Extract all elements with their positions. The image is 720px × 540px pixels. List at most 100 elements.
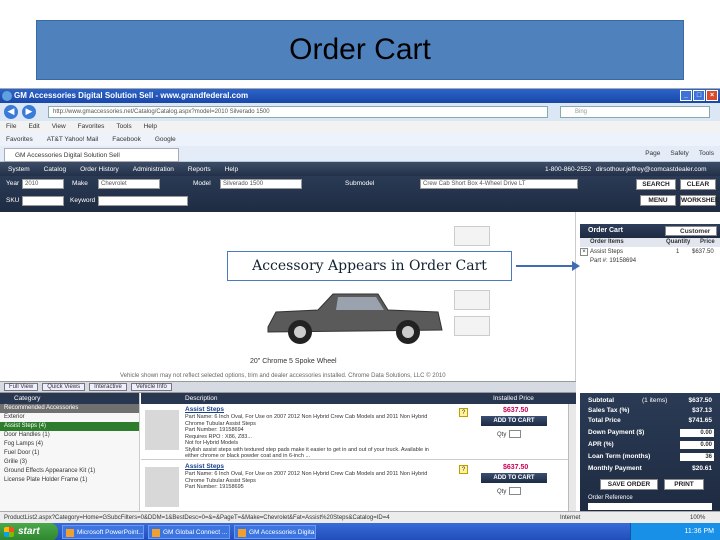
menu-tools[interactable]: Tools bbox=[116, 123, 131, 130]
product-row: Assist Steps Part Name: 6 Inch Oval, For… bbox=[141, 461, 576, 517]
thumbnail[interactable] bbox=[454, 290, 490, 310]
minimize-icon[interactable]: _ bbox=[680, 90, 692, 101]
add-to-cart-button[interactable]: ADD TO CART bbox=[481, 416, 547, 426]
favorites-button[interactable]: Favorites bbox=[6, 136, 33, 143]
tab-vehicle-info[interactable]: Vehicle Info bbox=[130, 383, 172, 391]
category-item[interactable]: Exterior bbox=[0, 413, 139, 422]
nav-system[interactable]: System bbox=[8, 166, 30, 173]
order-cart: Order Cart Customer Order Items Quantity… bbox=[580, 224, 720, 404]
zoom-level[interactable]: 100% bbox=[690, 515, 705, 521]
model-label: Model bbox=[193, 180, 211, 187]
product-title[interactable]: Assist Steps bbox=[185, 463, 224, 470]
phone-number: 1-800-860-2552 bbox=[545, 165, 592, 173]
submodel-select[interactable]: Crew Cab Short Box 4-Wheel Drive LT bbox=[420, 179, 578, 189]
favorite-link-facebook[interactable]: Facebook bbox=[112, 136, 141, 143]
menu-button[interactable]: MENU bbox=[640, 195, 676, 206]
url-input[interactable]: http://www.gmaccessories.net/Catalog/Cat… bbox=[48, 106, 548, 118]
status-text: ProductList2.aspx?Category=Home=GSubcFil… bbox=[4, 514, 390, 521]
summary-row: Sales Tax (%) $37.13 bbox=[588, 407, 718, 416]
menu-view[interactable]: View bbox=[52, 123, 66, 130]
maximize-icon[interactable]: □ bbox=[693, 90, 705, 101]
product-image[interactable] bbox=[145, 410, 179, 450]
qty-input[interactable] bbox=[509, 430, 521, 438]
customer-button[interactable]: Customer bbox=[665, 226, 717, 236]
nav-order-history[interactable]: Order History bbox=[80, 166, 119, 173]
forward-icon[interactable]: ▶ bbox=[22, 105, 36, 119]
model-select[interactable]: Silverado 1500 bbox=[220, 179, 302, 189]
summary-row: Loan Term (months) 36 bbox=[588, 453, 718, 462]
add-to-cart-button[interactable]: ADD TO CART bbox=[481, 473, 547, 483]
cart-columns: Order Items Quantity Price bbox=[580, 238, 720, 247]
tab-quick-views[interactable]: Quick Views bbox=[42, 383, 86, 391]
page-menu[interactable]: Page bbox=[645, 150, 660, 157]
category-item[interactable]: Door Handles (1) bbox=[0, 431, 139, 440]
taskbar-item-powerpoint[interactable]: Microsoft PowerPoint... bbox=[62, 525, 144, 539]
keyword-input[interactable] bbox=[98, 196, 188, 206]
hero-caption: 20" Chrome 5 Spoke Wheel bbox=[250, 358, 337, 365]
category-item[interactable]: Ground Effects Appearance Kit (1) bbox=[0, 467, 139, 476]
order-reference-input[interactable] bbox=[588, 503, 712, 510]
nav-help[interactable]: Help bbox=[225, 166, 238, 173]
note-icon[interactable]: ? bbox=[459, 408, 468, 417]
qty-input[interactable] bbox=[509, 487, 521, 495]
menu-edit[interactable]: Edit bbox=[28, 123, 39, 130]
product-row: Assist Steps Part Name: 6 Inch Oval, For… bbox=[141, 404, 576, 460]
make-label: Make bbox=[72, 180, 88, 187]
summary-row: APR (%) 0.00 bbox=[588, 441, 718, 450]
apr-input[interactable]: 0.00 bbox=[680, 441, 714, 449]
taskbar-item-gm-global[interactable]: GM Global Connect ... bbox=[148, 525, 230, 539]
summary-label: Down Payment ($) bbox=[588, 429, 645, 436]
close-icon[interactable]: × bbox=[706, 90, 718, 101]
taskbar-item-gm-accessories[interactable]: GM Accessories Digita... bbox=[234, 525, 316, 539]
product-title[interactable]: Assist Steps bbox=[185, 406, 224, 413]
nav-reports[interactable]: Reports bbox=[188, 166, 211, 173]
favorite-link-google[interactable]: Google bbox=[155, 136, 176, 143]
thumbnail[interactable] bbox=[454, 226, 490, 246]
menu-file[interactable]: File bbox=[6, 123, 16, 130]
tools-menu[interactable]: Tools bbox=[699, 150, 714, 157]
nav-catalog[interactable]: Catalog bbox=[44, 166, 66, 173]
print-button[interactable]: PRINT bbox=[664, 479, 704, 490]
menu-help[interactable]: Help bbox=[144, 123, 157, 130]
summary-value: $741.65 bbox=[688, 417, 713, 424]
cart-item-part-number: Part #: 19158694 bbox=[590, 258, 637, 264]
safety-menu[interactable]: Safety bbox=[670, 150, 688, 157]
year-select[interactable]: 2010 bbox=[22, 179, 64, 189]
product-area: Category Recommended Accessories Exterio… bbox=[0, 393, 576, 521]
vehicle-filters: Year 2010 Make Chevrolet Model Silverado… bbox=[0, 176, 720, 212]
product-image[interactable] bbox=[145, 467, 179, 507]
thumbnail[interactable] bbox=[454, 316, 490, 336]
favorite-link-yahoo[interactable]: AT&T Yahoo! Mail bbox=[47, 136, 99, 143]
loan-term-input[interactable]: 36 bbox=[680, 453, 714, 461]
browser-tab[interactable]: GM Accessories Digital Solution Sell bbox=[4, 148, 179, 162]
down-payment-input[interactable]: 0.00 bbox=[680, 429, 714, 437]
category-item[interactable]: Fog Lamps (4) bbox=[0, 440, 139, 449]
note-icon[interactable]: ? bbox=[459, 465, 468, 474]
product-scrollbar[interactable] bbox=[568, 404, 576, 521]
category-item[interactable]: Assist Steps (4) bbox=[0, 422, 139, 431]
menu-favorites[interactable]: Favorites bbox=[78, 123, 105, 130]
sku-input[interactable] bbox=[22, 196, 64, 206]
tab-full-view[interactable]: Full View bbox=[4, 383, 39, 391]
worksheet-button[interactable]: WORKSHEET bbox=[680, 195, 720, 206]
taskbar: start Microsoft PowerPoint... GM Global … bbox=[0, 523, 720, 540]
back-icon[interactable]: ◀ bbox=[4, 105, 18, 119]
cart-item-price: $637.50 bbox=[692, 249, 714, 255]
summary-value: $20.61 bbox=[692, 465, 712, 472]
category-item[interactable]: License Plate Holder Frame (1) bbox=[0, 476, 139, 485]
summary-label: APR (%) bbox=[588, 441, 614, 448]
col-order-items: Order Items bbox=[590, 239, 624, 245]
clear-button[interactable]: CLEAR bbox=[680, 179, 716, 190]
category-item[interactable]: Fuel Door (1) bbox=[0, 449, 139, 458]
make-select[interactable]: Chevrolet bbox=[98, 179, 160, 189]
order-reference-label: Order Reference bbox=[588, 495, 633, 501]
save-order-button[interactable]: SAVE ORDER bbox=[600, 479, 658, 490]
category-item[interactable]: Grille (3) bbox=[0, 458, 139, 467]
tab-interactive[interactable]: Interactive bbox=[89, 383, 127, 391]
browser-search-input[interactable]: Bing bbox=[560, 106, 710, 118]
remove-icon[interactable]: × bbox=[580, 248, 588, 256]
category-item[interactable]: Recommended Accessories bbox=[0, 404, 139, 413]
search-button[interactable]: SEARCH bbox=[636, 179, 676, 190]
start-button[interactable]: start bbox=[0, 523, 58, 540]
nav-administration[interactable]: Administration bbox=[133, 166, 174, 173]
